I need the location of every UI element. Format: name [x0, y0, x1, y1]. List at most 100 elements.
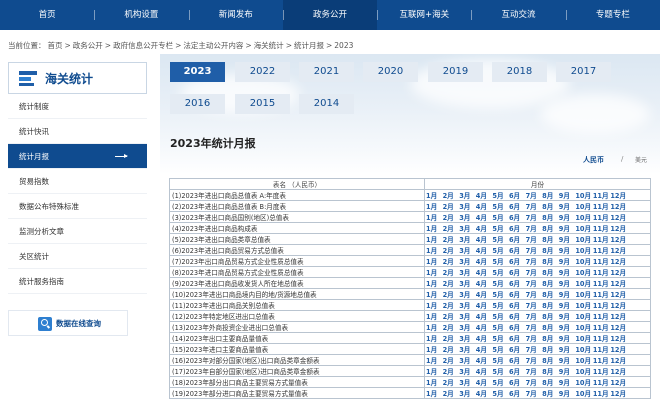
- year-tab-2014[interactable]: 2014: [299, 94, 354, 114]
- month-link[interactable]: 1月: [426, 301, 443, 310]
- month-link[interactable]: 7月: [526, 334, 543, 343]
- month-link[interactable]: 10月: [575, 235, 593, 244]
- nav-item-1[interactable]: 机构设置: [94, 0, 188, 30]
- month-link[interactable]: 7月: [526, 290, 543, 299]
- month-link[interactable]: 8月: [542, 213, 559, 222]
- breadcrumb-item[interactable]: 统计月报: [294, 41, 324, 50]
- month-link[interactable]: 6月: [509, 356, 526, 365]
- month-link[interactable]: 11月: [593, 246, 611, 255]
- month-link[interactable]: 2月: [443, 367, 460, 376]
- sidebar-item-0[interactable]: 统计制度: [8, 94, 147, 119]
- month-link[interactable]: 10月: [575, 312, 593, 321]
- month-link[interactable]: 12月: [610, 202, 628, 211]
- month-link[interactable]: 3月: [459, 378, 476, 387]
- month-link[interactable]: 4月: [476, 323, 493, 332]
- month-link[interactable]: 11月: [593, 367, 611, 376]
- month-link[interactable]: 12月: [610, 389, 628, 398]
- month-link[interactable]: 7月: [526, 224, 543, 233]
- month-link[interactable]: 4月: [476, 334, 493, 343]
- month-link[interactable]: 4月: [476, 257, 493, 266]
- year-tab-2023[interactable]: 2023: [170, 62, 225, 82]
- month-link[interactable]: 12月: [610, 290, 628, 299]
- month-link[interactable]: 6月: [509, 213, 526, 222]
- year-tab-2020[interactable]: 2020: [363, 62, 418, 82]
- month-link[interactable]: 1月: [426, 202, 443, 211]
- month-link[interactable]: 11月: [593, 389, 611, 398]
- month-link[interactable]: 6月: [509, 224, 526, 233]
- month-link[interactable]: 4月: [476, 191, 493, 200]
- month-link[interactable]: 1月: [426, 334, 443, 343]
- month-link[interactable]: 6月: [509, 268, 526, 277]
- month-link[interactable]: 5月: [492, 323, 509, 332]
- month-link[interactable]: 9月: [559, 378, 576, 387]
- month-link[interactable]: 9月: [559, 235, 576, 244]
- month-link[interactable]: 7月: [526, 323, 543, 332]
- month-link[interactable]: 8月: [542, 279, 559, 288]
- month-link[interactable]: 12月: [610, 356, 628, 365]
- month-link[interactable]: 6月: [509, 202, 526, 211]
- month-link[interactable]: 11月: [593, 345, 611, 354]
- month-link[interactable]: 8月: [542, 334, 559, 343]
- month-link[interactable]: 6月: [509, 246, 526, 255]
- month-link[interactable]: 4月: [476, 378, 493, 387]
- month-link[interactable]: 10月: [575, 257, 593, 266]
- month-link[interactable]: 2月: [443, 268, 460, 277]
- month-link[interactable]: 3月: [459, 301, 476, 310]
- month-link[interactable]: 6月: [509, 301, 526, 310]
- year-tab-2016[interactable]: 2016: [170, 94, 225, 114]
- month-link[interactable]: 5月: [492, 356, 509, 365]
- month-link[interactable]: 1月: [426, 290, 443, 299]
- month-link[interactable]: 3月: [459, 268, 476, 277]
- breadcrumb-item[interactable]: 法定主动公开内容: [183, 41, 243, 50]
- month-link[interactable]: 10月: [575, 279, 593, 288]
- month-link[interactable]: 8月: [542, 268, 559, 277]
- month-link[interactable]: 7月: [526, 389, 543, 398]
- month-link[interactable]: 3月: [459, 356, 476, 365]
- month-link[interactable]: 2月: [443, 246, 460, 255]
- month-link[interactable]: 12月: [610, 334, 628, 343]
- month-link[interactable]: 2月: [443, 235, 460, 244]
- month-link[interactable]: 11月: [593, 323, 611, 332]
- month-link[interactable]: 2月: [443, 389, 460, 398]
- month-link[interactable]: 2月: [443, 224, 460, 233]
- month-link[interactable]: 1月: [426, 356, 443, 365]
- month-link[interactable]: 5月: [492, 246, 509, 255]
- month-link[interactable]: 7月: [526, 213, 543, 222]
- month-link[interactable]: 4月: [476, 224, 493, 233]
- month-link[interactable]: 10月: [575, 323, 593, 332]
- month-link[interactable]: 1月: [426, 367, 443, 376]
- sidebar-item-7[interactable]: 统计服务指南: [8, 269, 147, 294]
- month-link[interactable]: 12月: [610, 367, 628, 376]
- month-link[interactable]: 8月: [542, 312, 559, 321]
- month-link[interactable]: 10月: [575, 345, 593, 354]
- month-link[interactable]: 2月: [443, 213, 460, 222]
- month-link[interactable]: 11月: [593, 191, 611, 200]
- sidebar-item-4[interactable]: 数据公布特殊标准: [8, 194, 147, 219]
- month-link[interactable]: 11月: [593, 301, 611, 310]
- month-link[interactable]: 10月: [575, 202, 593, 211]
- month-link[interactable]: 6月: [509, 257, 526, 266]
- month-link[interactable]: 8月: [542, 301, 559, 310]
- month-link[interactable]: 7月: [526, 279, 543, 288]
- month-link[interactable]: 11月: [593, 334, 611, 343]
- month-link[interactable]: 2月: [443, 312, 460, 321]
- month-link[interactable]: 4月: [476, 213, 493, 222]
- month-link[interactable]: 6月: [509, 235, 526, 244]
- month-link[interactable]: 9月: [559, 334, 576, 343]
- month-link[interactable]: 12月: [610, 345, 628, 354]
- year-tab-2021[interactable]: 2021: [299, 62, 354, 82]
- month-link[interactable]: 2月: [443, 202, 460, 211]
- month-link[interactable]: 5月: [492, 378, 509, 387]
- month-link[interactable]: 9月: [559, 345, 576, 354]
- nav-item-3[interactable]: 政务公开: [282, 0, 378, 30]
- month-link[interactable]: 11月: [593, 378, 611, 387]
- month-link[interactable]: 10月: [575, 378, 593, 387]
- month-link[interactable]: 8月: [542, 246, 559, 255]
- month-link[interactable]: 3月: [459, 334, 476, 343]
- month-link[interactable]: 1月: [426, 224, 443, 233]
- month-link[interactable]: 3月: [459, 345, 476, 354]
- month-link[interactable]: 11月: [593, 279, 611, 288]
- month-link[interactable]: 7月: [526, 356, 543, 365]
- month-link[interactable]: 10月: [575, 246, 593, 255]
- month-link[interactable]: 5月: [492, 268, 509, 277]
